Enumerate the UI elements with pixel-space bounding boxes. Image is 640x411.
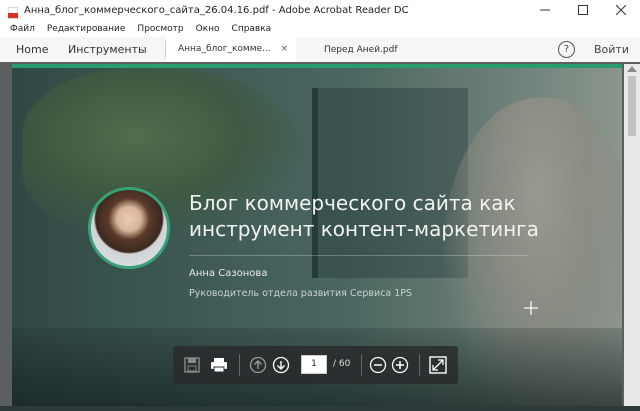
print-icon[interactable] [210,356,228,374]
home-tab[interactable]: Home [16,37,48,62]
floating-page-toolbar: 1 / 60 [173,346,458,384]
author-role: Руководитель отдела развития Сервиса 1PS [189,288,413,299]
help-icon[interactable]: ? [558,41,575,58]
author-avatar [88,187,170,269]
vertical-scrollbar[interactable] [624,64,640,411]
page-number-input[interactable]: 1 [301,355,327,374]
minus-circle-icon[interactable] [369,356,387,374]
taskbar-edge [0,406,640,411]
author-name: Анна Сазонова [189,268,268,279]
tab-bar: Home Инструменты Анна_блог_комме... × Пе… [0,37,640,63]
menu-window[interactable]: Окно [196,24,220,34]
arrow-down-circle-icon[interactable] [272,356,290,374]
minimize-button[interactable] [526,0,564,20]
move-cursor-icon [524,301,538,315]
toolbar-separator [361,354,362,376]
menu-help[interactable]: Справка [232,24,272,34]
tools-tab[interactable]: Инструменты [68,37,147,62]
page-total: / 60 [333,359,351,369]
window-controls [526,0,640,20]
document-tab-label: Перед Аней.pdf [324,44,398,55]
headline-line-1: Блог коммерческого сайта как [189,191,516,215]
title-bar: Анна_блог_коммерческого_сайта_26.04.16.p… [0,0,640,20]
arrow-up-circle-icon[interactable] [249,356,267,374]
maximize-button[interactable] [564,0,602,20]
scroll-up-icon[interactable] [627,66,637,72]
menu-view[interactable]: Просмотр [137,24,183,34]
menu-bar: Файл Редактирование Просмотр Окно Справк… [0,20,640,37]
document-tab-active[interactable]: Анна_блог_комме... × [166,37,296,62]
headline-line-2: инструмент контент-маркетинга [189,217,539,241]
document-tab[interactable]: Перед Аней.pdf [310,37,440,62]
toolbar-separator [239,354,240,376]
plus-circle-icon[interactable] [391,356,409,374]
headline-divider [189,255,529,256]
toolbar-separator [419,354,420,376]
menu-edit[interactable]: Редактирование [47,24,126,34]
menu-file[interactable]: Файл [10,24,35,34]
close-tab-icon[interactable]: × [281,44,289,54]
document-tab-label: Анна_блог_комме... [178,43,271,54]
slide-headline: Блог коммерческого сайта как инструмент … [189,190,569,242]
pdf-file-icon [7,4,19,20]
sign-in-link[interactable]: Войти [594,37,629,62]
scroll-thumb[interactable] [628,76,636,136]
save-icon[interactable] [183,356,201,374]
window-title: Анна_блог_коммерческого_сайта_26.04.16.p… [24,4,409,16]
fit-page-icon[interactable] [429,356,447,374]
close-button[interactable] [602,0,640,20]
